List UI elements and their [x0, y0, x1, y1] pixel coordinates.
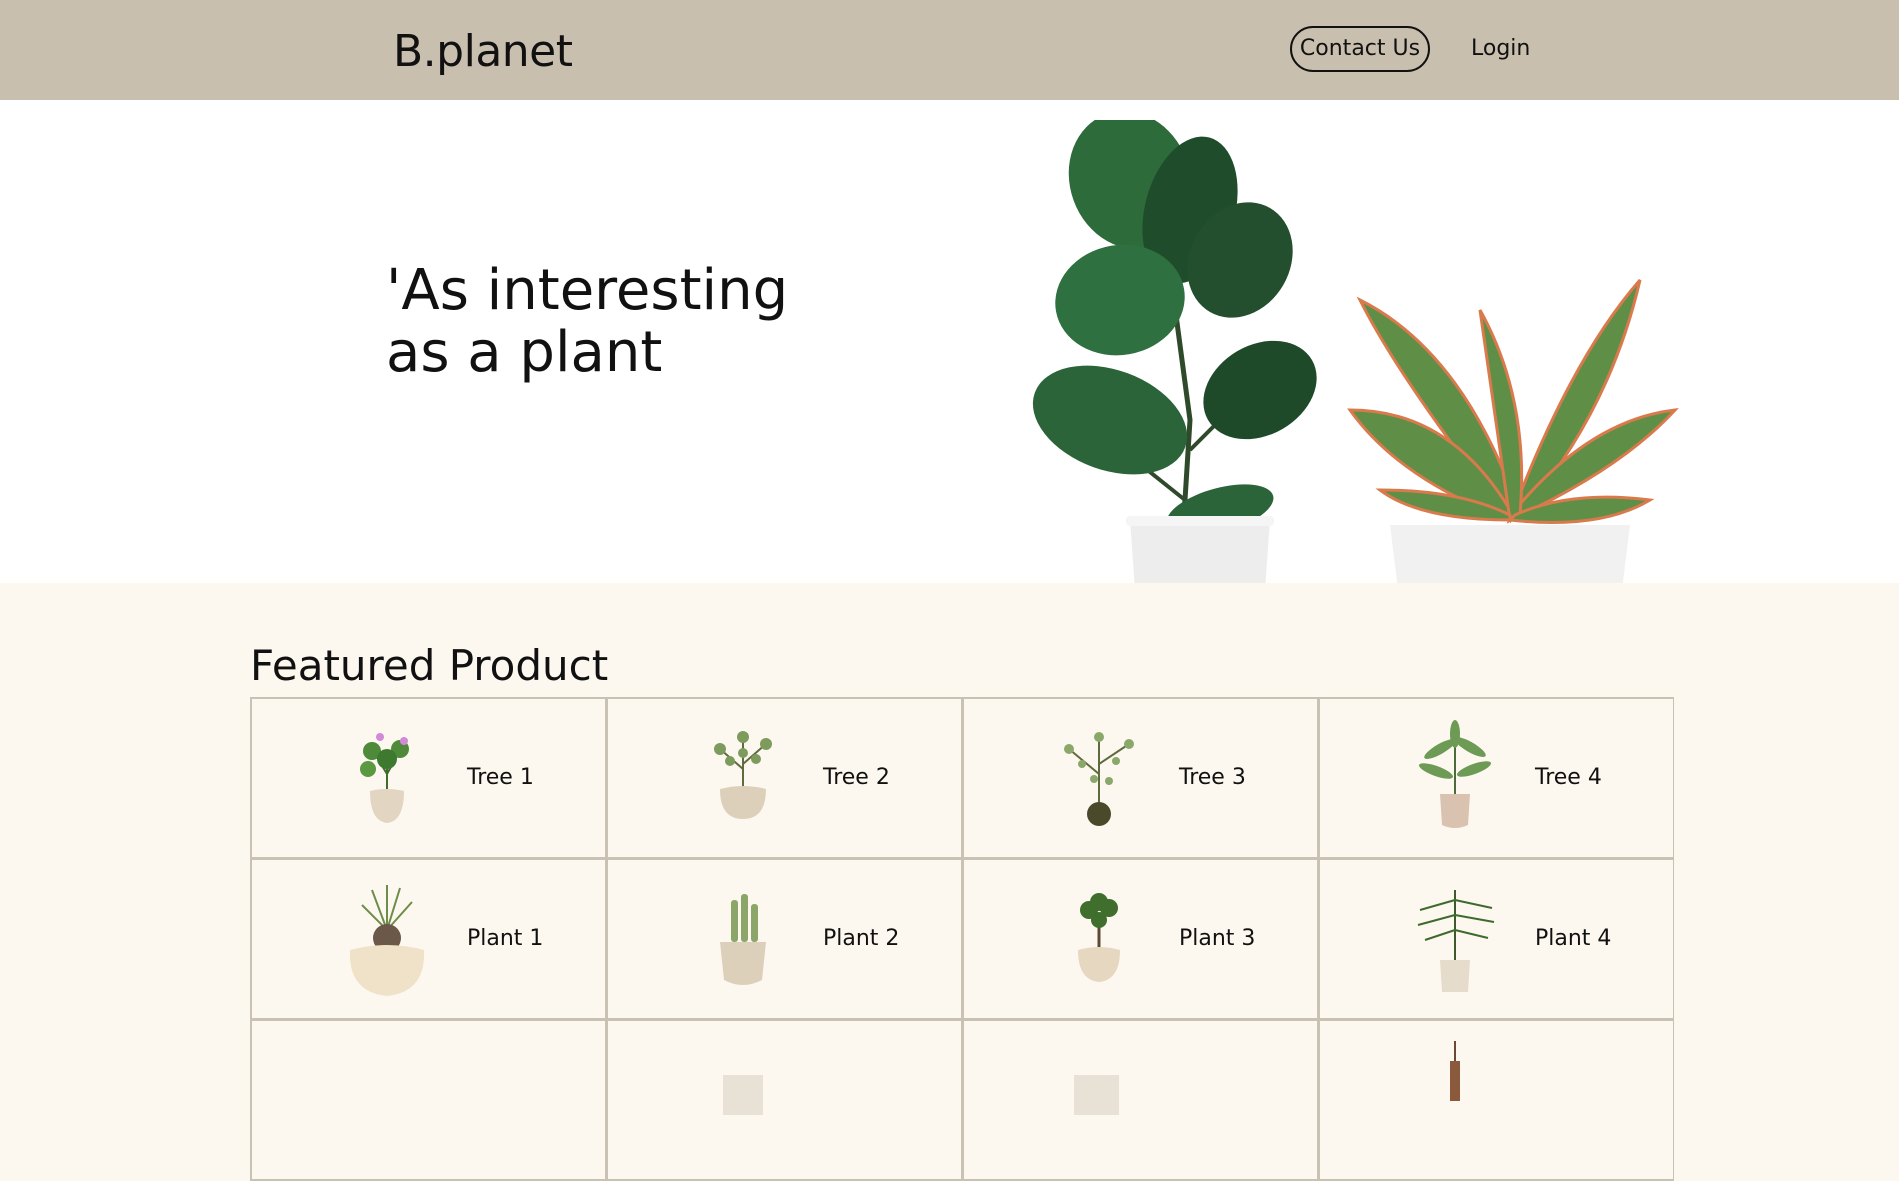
- plant-icon: [1074, 1075, 1119, 1115]
- product-card[interactable]: Plant 4: [1320, 860, 1673, 1018]
- product-card[interactable]: Tree 3: [964, 699, 1317, 857]
- palm-plant-icon: [1418, 720, 1492, 828]
- product-name: Tree 1: [467, 765, 534, 790]
- hero-quote: 'As interesting as a plant: [386, 258, 789, 385]
- fern-plant-icon: [1417, 890, 1495, 992]
- product-card[interactable]: Plant 1: [252, 860, 605, 1018]
- hanging-plant-icon: [1450, 1041, 1460, 1101]
- caudex-plant-icon: [349, 885, 425, 996]
- shrub-plant-icon: [714, 731, 772, 819]
- product-card[interactable]: Tree 2: [608, 699, 961, 857]
- product-name: Plant 4: [1535, 926, 1612, 951]
- product-name: Tree 4: [1535, 765, 1602, 790]
- section-title: Featured Product: [250, 641, 609, 690]
- product-card[interactable]: Plant 2: [608, 860, 961, 1018]
- product-card[interactable]: Tree 4: [1320, 699, 1673, 857]
- product-name: Plant 1: [467, 926, 544, 951]
- product-card[interactable]: Tree 1: [252, 699, 605, 857]
- product-name: Tree 3: [1179, 765, 1246, 790]
- fiddle-leaf-fig-image: [1032, 120, 1317, 583]
- kokedama-plant-icon: [1064, 732, 1134, 826]
- product-name: Plant 3: [1179, 926, 1256, 951]
- cactus-plant-icon: [720, 894, 766, 985]
- product-name: Tree 2: [823, 765, 890, 790]
- product-card[interactable]: [964, 1021, 1317, 1179]
- login-link[interactable]: Login: [1471, 36, 1530, 61]
- top-nav: B.planet Contact Us Login: [0, 0, 1899, 100]
- featured-product-section: Featured Product Tree 1 Tree 2 Tree 3 Tr…: [0, 583, 1899, 1181]
- aglaonema-plant-image: [1347, 279, 1679, 583]
- flower-plant-icon: [360, 733, 409, 823]
- product-card[interactable]: [252, 1021, 605, 1179]
- product-card[interactable]: [608, 1021, 961, 1179]
- brand-logo[interactable]: B.planet: [393, 26, 573, 77]
- product-card[interactable]: Plant 3: [964, 860, 1317, 1018]
- plant-icon: [723, 1075, 763, 1115]
- product-name: Plant 2: [823, 926, 900, 951]
- bonsai-plant-icon: [1078, 893, 1120, 982]
- product-card[interactable]: [1320, 1021, 1673, 1179]
- hero-banner: 'As interesting as a plant: [0, 100, 1899, 583]
- product-grid: Tree 1 Tree 2 Tree 3 Tree 4 Plant 1 Plan…: [250, 697, 1674, 1181]
- contact-us-button[interactable]: Contact Us: [1290, 26, 1430, 72]
